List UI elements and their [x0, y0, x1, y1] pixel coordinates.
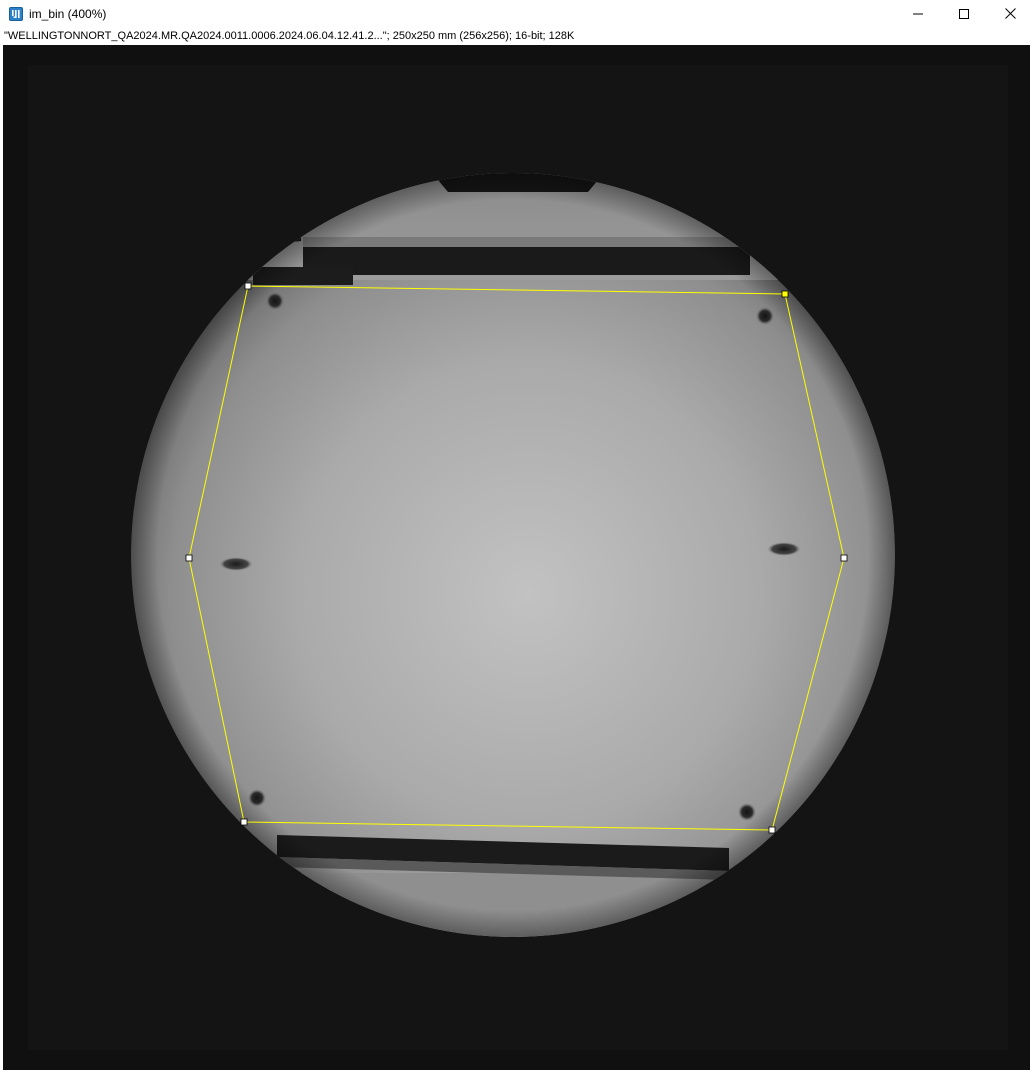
- fiducial-hole: [738, 803, 756, 821]
- fiducial-slit: [219, 557, 253, 571]
- roi-handle[interactable]: [768, 826, 776, 834]
- minimize-button[interactable]: [895, 0, 941, 30]
- fiducial-hole: [248, 789, 266, 807]
- mri-image: [28, 65, 1008, 1050]
- roi-handle[interactable]: [840, 554, 848, 562]
- image-canvas[interactable]: [3, 45, 1030, 1070]
- minimize-icon: [913, 6, 923, 24]
- roi-handle[interactable]: [185, 554, 193, 562]
- roi-handle[interactable]: [244, 282, 252, 290]
- image-info-bar: "WELLINGTONNORT_QA2024.MR.QA2024.0011.00…: [0, 30, 1033, 45]
- title-bar[interactable]: im_bin (400%): [0, 0, 1033, 30]
- roi-handle[interactable]: [781, 290, 789, 298]
- fiducial-hole: [756, 307, 774, 325]
- fiducial-slit: [767, 542, 801, 556]
- image-info-text: "WELLINGTONNORT_QA2024.MR.QA2024.0011.00…: [4, 30, 575, 42]
- maximize-icon: [959, 6, 969, 24]
- close-icon: [1004, 6, 1016, 24]
- fiducial-hole: [266, 292, 284, 310]
- window-title: im_bin (400%): [29, 7, 107, 21]
- imagej-image-window: im_bin (400%) "WELLINGTONNORT_QA2024.MR.…: [0, 0, 1033, 1073]
- roi-handle[interactable]: [240, 818, 248, 826]
- close-button[interactable]: [987, 0, 1033, 30]
- imagej-icon: [9, 7, 23, 21]
- maximize-button[interactable]: [941, 0, 987, 30]
